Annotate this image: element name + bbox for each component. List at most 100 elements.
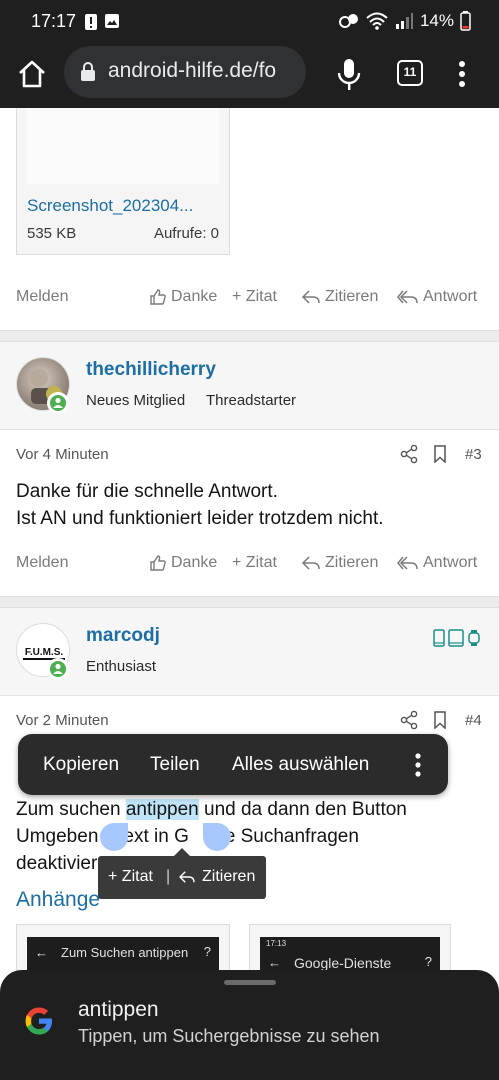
quote-button[interactable]: Zitieren [178,868,255,886]
thumbnail-status-time: 17:13 [266,939,287,948]
reply-icon [301,290,320,304]
like-label: Danke [171,288,218,305]
thumbs-up-icon [150,555,166,571]
voice-search-button[interactable] [334,56,364,92]
system-icons: 14% [338,11,471,31]
text-before-selection: Zum suchen [16,799,126,820]
battery-icon [460,11,471,31]
post-separator [0,596,499,608]
post-number[interactable]: #3 [465,446,482,463]
report-button[interactable]: Melden [16,554,68,572]
post-time[interactable]: Vor 2 Minuten [16,712,109,729]
text-selection-menu: Kopieren Teilen Alles auswählen [18,734,448,795]
search-suggestion-sheet[interactable]: antippen Tippen, um Suchergebnisse zu se… [0,970,499,1080]
bookmark-icon[interactable] [433,711,447,729]
report-button[interactable]: Melden [16,288,68,306]
like-label: Danke [171,554,218,571]
text-after-selection: und da dann den Button [198,799,407,820]
tab-switcher-button[interactable]: 11 [397,60,423,86]
back-arrow-icon: ← [268,955,281,970]
reply-icon [179,871,195,883]
selection-end-handle[interactable] [203,823,231,851]
reply-icon [301,556,320,570]
post-separator [0,330,499,342]
thumbnail-title: Zum Suchen antippen [61,945,189,960]
reply-all-icon [397,556,418,570]
post-3-user-header: thechillicherry Neues Mitglied Threadsta… [0,342,499,430]
post-time[interactable]: Vor 4 Minuten [16,446,109,463]
alert-icon [85,14,97,30]
user-title: Enthusiast [86,658,157,675]
url-text[interactable]: android-hilfe.de/fo [108,59,276,83]
notification-icons [84,13,120,31]
online-status-icon [47,658,69,680]
share-icon[interactable] [400,444,418,464]
post-number[interactable]: #4 [465,712,482,729]
watch-icon [468,630,480,646]
browser-toolbar: android-hilfe.de/fo 11 [0,44,499,108]
wifi-icon [366,12,388,30]
reply-all-icon [397,290,418,304]
overflow-menu-button[interactable] [452,58,472,90]
attachment-filename[interactable]: Screenshot_202304... [27,196,219,216]
quote-add-button[interactable]: + Zitat [232,554,277,572]
address-bar[interactable]: android-hilfe.de/fo [64,46,306,98]
user-title: Neues Mitglied [86,392,186,409]
search-term: antippen [78,998,159,1021]
post-4-user-header: F.U.M.S. marcodj Enthusiast [0,608,499,696]
copy-menu-item[interactable]: Kopieren [43,754,119,776]
reply-button[interactable]: Antwort [397,288,477,306]
reply-button[interactable]: Antwort [397,554,477,572]
threadstarter-badge: Threadstarter [206,392,297,409]
alarm-icon [338,14,358,28]
post-text-line: Zum suchen antippen und da dann den Butt… [16,796,486,823]
reply-label: Antwort [423,288,478,305]
phone-icon [433,629,445,647]
quote-popup-arrow [174,848,190,856]
post-3-body: Danke für die schnelle Antwort. Ist AN u… [16,478,486,532]
quote-label: Zitieren [202,868,256,885]
more-vert-icon[interactable] [413,752,423,778]
thumbnail-title: Google-Dienste [294,955,392,971]
username[interactable]: marcodj [86,625,160,647]
back-arrow-icon: ← [35,945,48,960]
quote-button[interactable]: Zitieren [301,554,378,572]
post-text-line: Danke für die schnelle Antwort. [16,481,278,502]
online-status-icon [47,392,69,414]
image-icon [105,14,119,28]
quote-add-button[interactable]: + Zitat [108,868,153,886]
selected-text[interactable]: antippen [125,799,199,820]
username[interactable]: thechillicherry [86,359,216,381]
reply-label: Antwort [423,554,478,571]
status-time: 17:17 [31,11,77,31]
battery-percent: 14% [419,11,454,30]
quote-button[interactable]: Zitieren [301,288,378,306]
attachments-heading: Anhänge [16,888,101,911]
lock-icon [81,62,95,81]
share-icon[interactable] [400,710,418,730]
selection-start-handle[interactable] [100,823,128,851]
attachment-card[interactable]: Screenshot_202304... 535 KB Aufrufe: 0 [16,108,230,255]
mic-icon [337,59,361,90]
sheet-drag-handle[interactable] [224,980,276,985]
like-button[interactable]: Danke [149,288,217,306]
share-menu-item[interactable]: Teilen [150,754,200,776]
quote-add-button[interactable]: + Zitat [232,288,277,306]
post-actions: Melden Danke + Zitat Zitieren Antwort [0,550,499,580]
like-button[interactable]: Danke [149,554,217,572]
post-text-line: Ist AN und funktioniert leider trotzdem … [16,508,384,529]
search-hint: Tippen, um Suchergebnisse zu sehen [78,1026,380,1046]
tablet-icon [448,629,464,647]
attachment-thumbnail[interactable] [27,108,219,184]
popup-separator: | [166,868,171,885]
attachment-size: 535 KB [27,225,77,242]
post-actions: Melden Danke + Zitat Zitieren Antwort [0,284,499,314]
thumbs-up-icon [150,289,166,305]
bookmark-icon[interactable] [433,445,447,463]
signal-icon [395,13,413,29]
post-text-line: Umgeben Text in G gle Suchanfragen [16,826,359,847]
select-all-menu-item[interactable]: Alles auswählen [232,754,369,776]
home-icon [19,60,45,88]
post-3-meta: Vor 4 Minuten #3 [0,442,499,468]
home-button[interactable] [14,56,50,92]
